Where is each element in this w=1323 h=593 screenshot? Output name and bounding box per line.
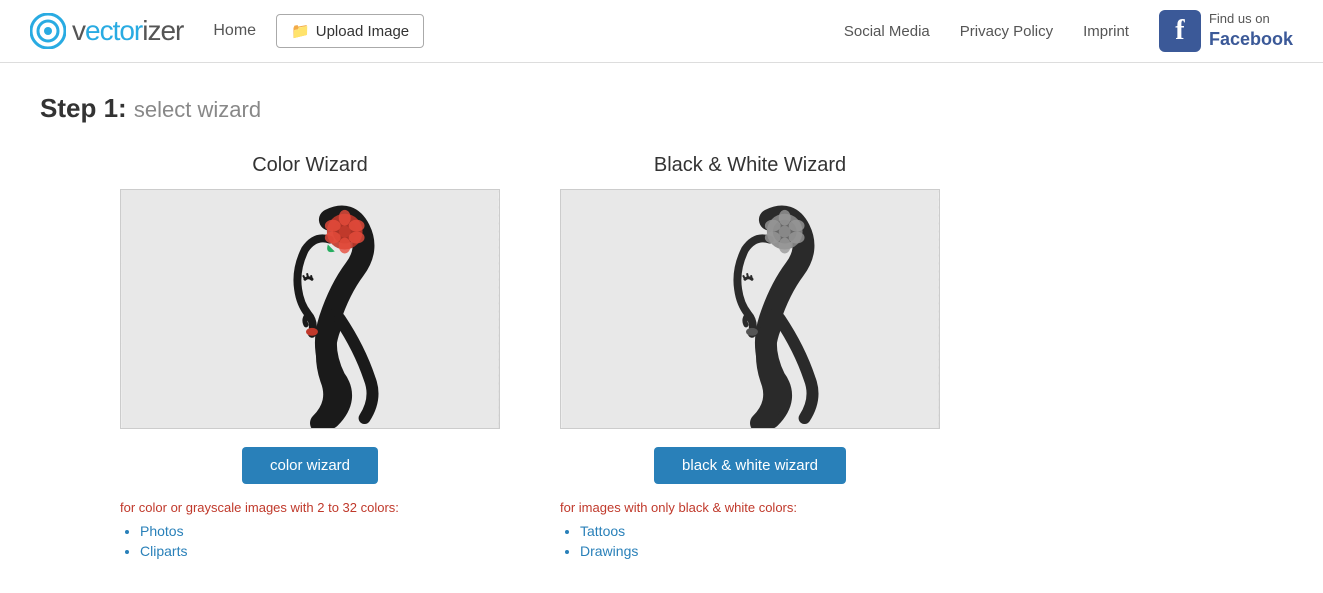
color-list-item: Photos <box>140 523 500 539</box>
step-number: Step 1: <box>40 93 127 123</box>
social-media-link[interactable]: Social Media <box>844 23 930 40</box>
color-wizard-image <box>120 189 500 429</box>
color-wizard-button[interactable]: color wizard <box>242 447 378 484</box>
bw-wizard-card: Black & White Wizard <box>560 154 940 563</box>
bw-wizard-title: Black & White Wizard <box>654 154 846 177</box>
upload-image-button[interactable]: 📁 Upload Image <box>276 14 424 48</box>
bw-wizard-list: Tattoos Drawings <box>560 523 940 563</box>
color-wizard-title: Color Wizard <box>252 154 368 177</box>
facebook-label: Facebook <box>1209 28 1293 51</box>
logo-icon <box>30 13 66 49</box>
privacy-policy-link[interactable]: Privacy Policy <box>960 23 1053 40</box>
color-wizard-card: Color Wizard <box>120 154 500 563</box>
color-wizard-description: for color or grayscale images with 2 to … <box>120 500 500 515</box>
step-heading: Step 1: select wizard <box>40 93 1283 124</box>
facebook-icon: f <box>1159 10 1201 52</box>
header: vectorizer Home 📁 Upload Image Social Me… <box>0 0 1323 63</box>
home-nav-link[interactable]: Home <box>213 22 256 40</box>
facebook-link[interactable]: f Find us on Facebook <box>1159 10 1293 52</box>
bw-wizard-image <box>560 189 940 429</box>
logo-link[interactable]: vectorizer <box>30 13 183 49</box>
main-nav: Social Media Privacy Policy Imprint f Fi… <box>844 10 1293 52</box>
bw-wizard-illustration <box>561 190 939 428</box>
imprint-link[interactable]: Imprint <box>1083 23 1129 40</box>
bw-list-item: Tattoos <box>580 523 940 539</box>
wizards-container: Color Wizard <box>40 154 1283 563</box>
color-list-item: Cliparts <box>140 543 500 559</box>
facebook-text: Find us on Facebook <box>1209 11 1293 51</box>
upload-button-label: Upload Image <box>316 23 409 40</box>
upload-icon: 📁 <box>291 22 310 40</box>
color-wizard-illustration <box>121 190 499 428</box>
bw-wizard-button[interactable]: black & white wizard <box>654 447 846 484</box>
bw-wizard-description: for images with only black & white color… <box>560 500 940 515</box>
color-wizard-list: Photos Cliparts <box>120 523 500 563</box>
main-content: Step 1: select wizard Color Wizard <box>0 63 1323 593</box>
logo-text: vectorizer <box>72 15 183 47</box>
step-subtitle: select wizard <box>134 97 261 122</box>
bw-list-item: Drawings <box>580 543 940 559</box>
find-us-label: Find us on <box>1209 11 1293 28</box>
